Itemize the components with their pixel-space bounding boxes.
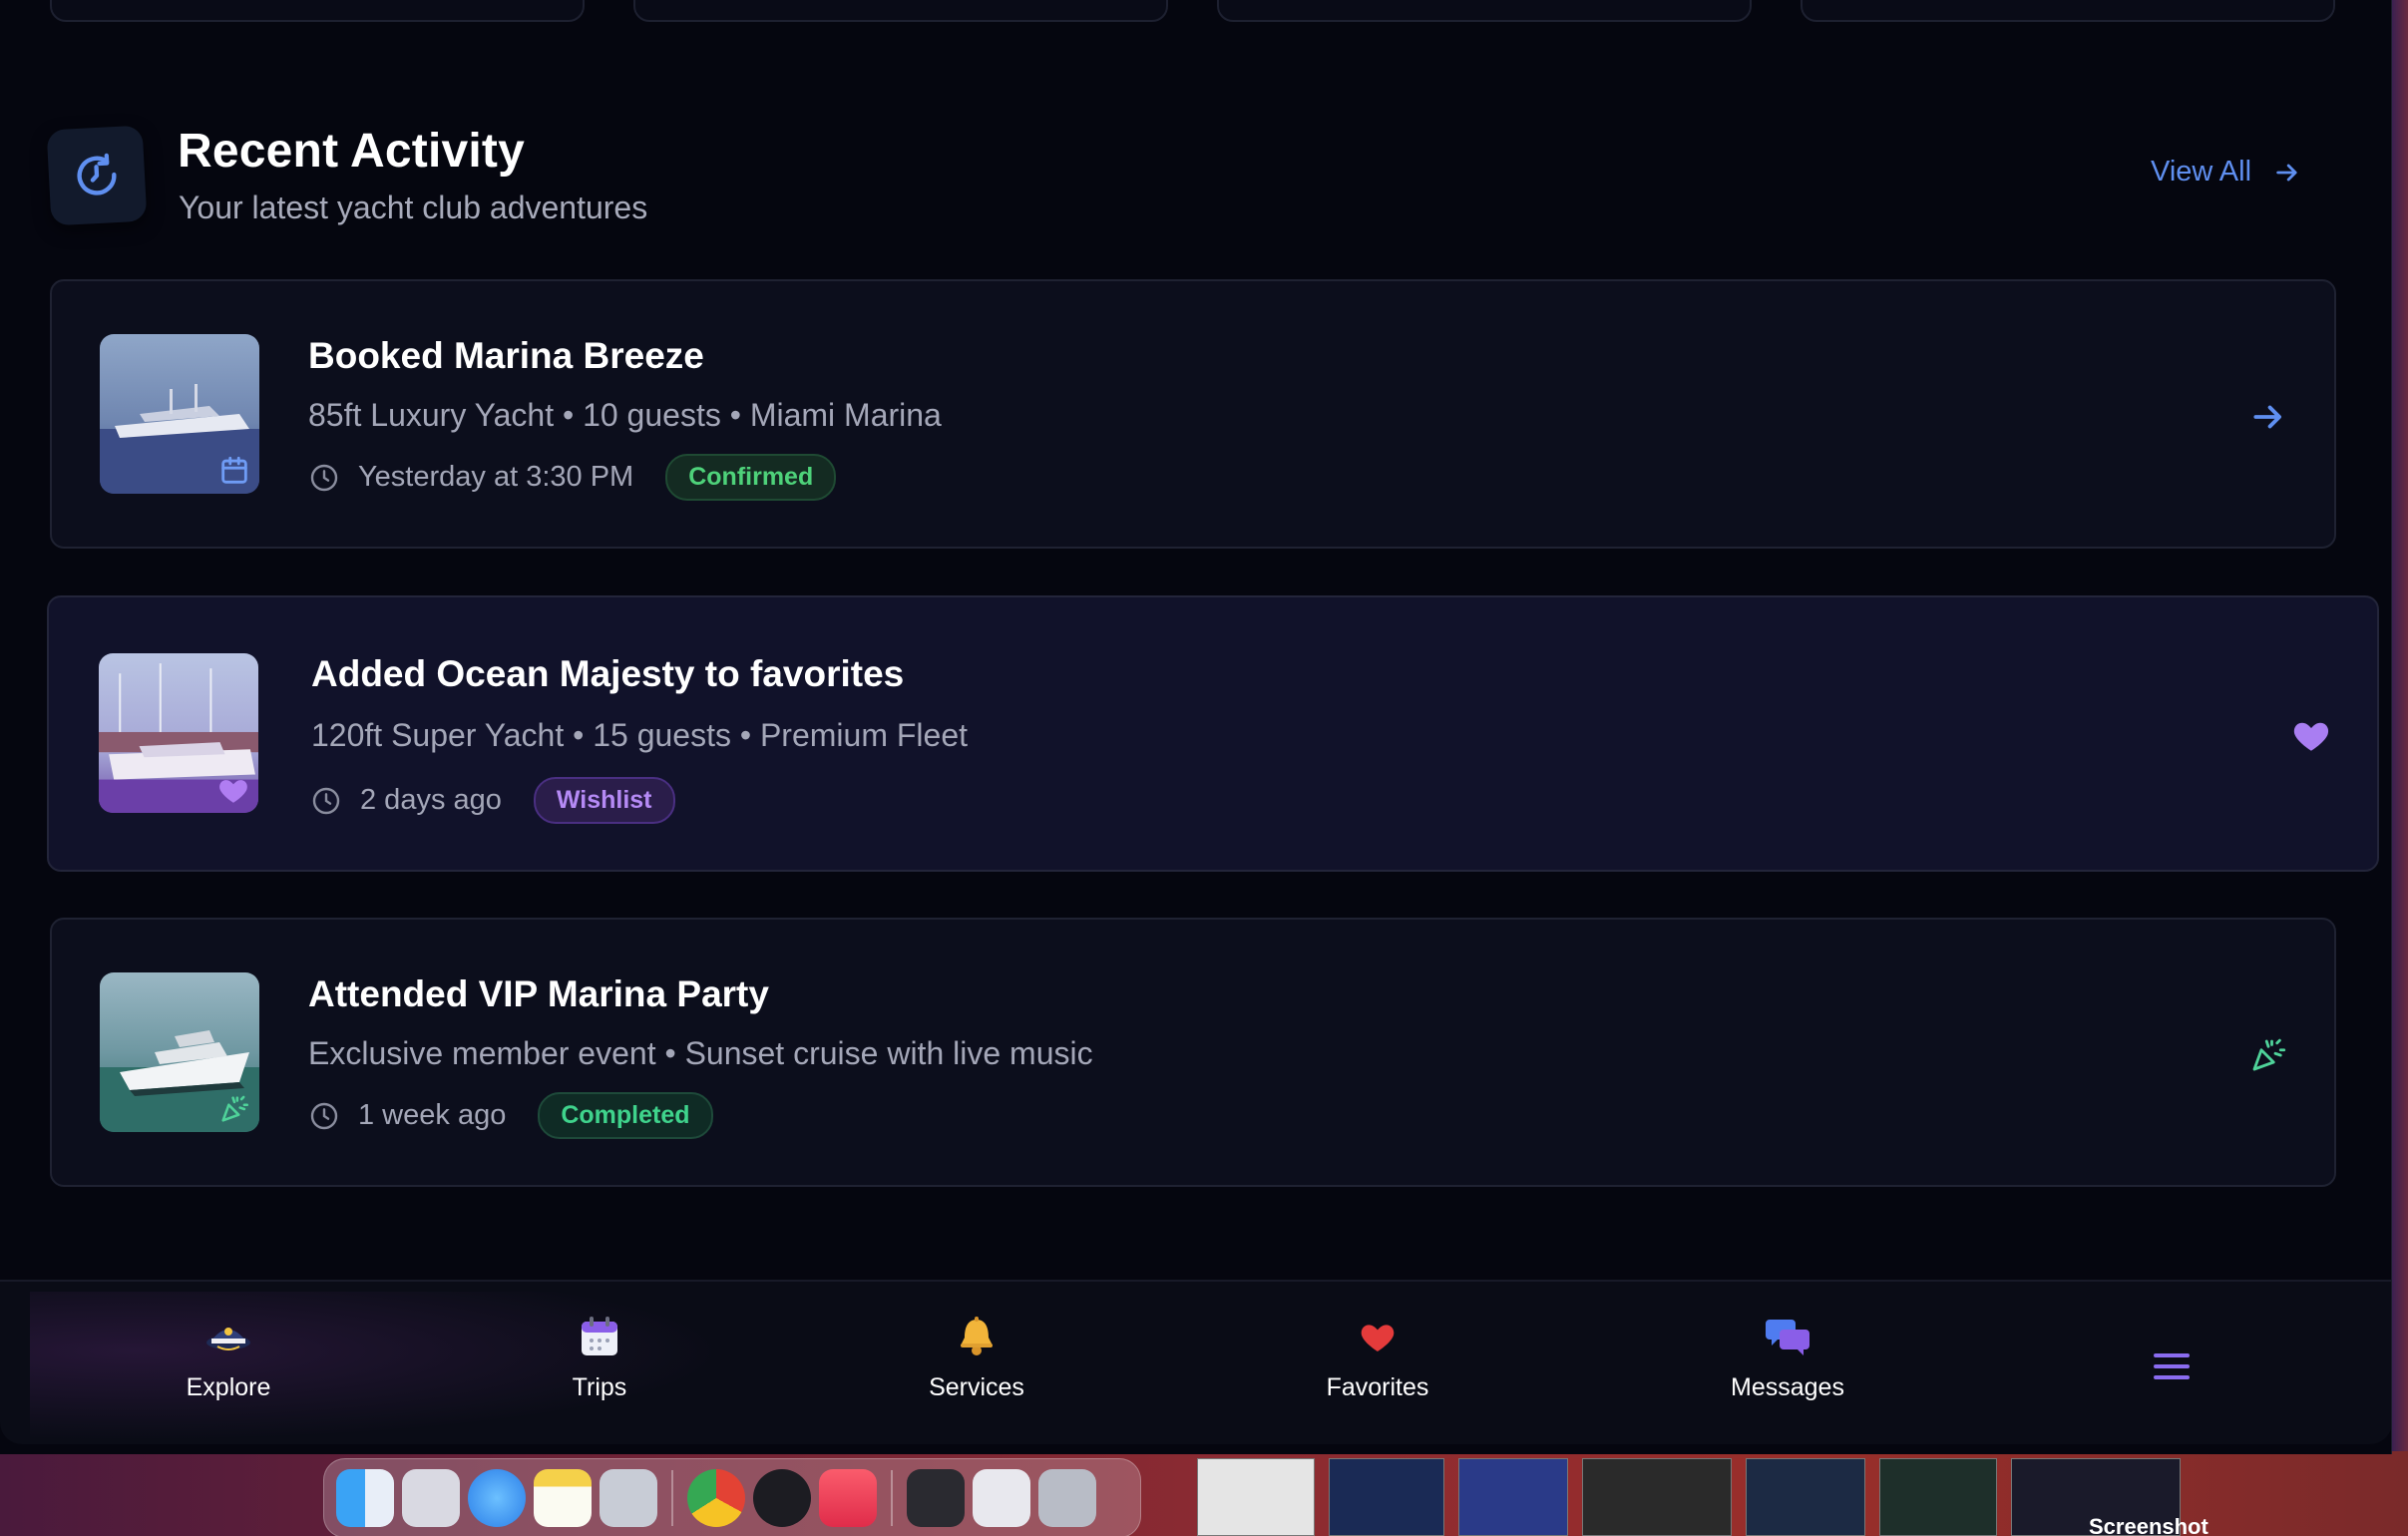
- desktop-edge: [2392, 0, 2408, 1451]
- activity-title: Attended VIP Marina Party: [308, 973, 769, 1014]
- nav-item-trips[interactable]: Trips: [500, 1312, 699, 1421]
- preview-icon[interactable]: [600, 1469, 657, 1527]
- nav-label: Services: [929, 1373, 1024, 1401]
- hamburger-menu-icon[interactable]: [2149, 1344, 2195, 1389]
- calendar-icon: [217, 454, 251, 488]
- party-popper-icon[interactable]: [2242, 1029, 2294, 1081]
- dock-separator: [671, 1470, 673, 1526]
- desktop-thumbnail[interactable]: [1879, 1458, 1997, 1536]
- finder-icon[interactable]: [336, 1469, 394, 1527]
- dock-separator: [891, 1470, 893, 1526]
- nav-label: Explore: [186, 1373, 271, 1401]
- nav-label: Messages: [1731, 1373, 1844, 1401]
- stat-card[interactable]: [633, 0, 1168, 22]
- section-subtitle: Your latest yacht club adventures: [179, 190, 648, 225]
- yacht-thumbnail: [100, 334, 259, 494]
- stat-card[interactable]: [1217, 0, 1752, 22]
- activity-title: Booked Marina Breeze: [308, 335, 704, 376]
- nav-item-explore[interactable]: Explore: [129, 1312, 328, 1421]
- keyboard-icon[interactable]: [973, 1469, 1030, 1527]
- desktop-thumbnail[interactable]: [1582, 1458, 1732, 1536]
- music-icon[interactable]: [819, 1469, 877, 1527]
- activity-meta: 2 days ago Wishlist: [310, 777, 675, 824]
- desktop-thumbnail[interactable]: [1458, 1458, 1568, 1536]
- desktop-thumbnail[interactable]: [1746, 1458, 1865, 1536]
- status-badge: Confirmed: [665, 454, 837, 501]
- window-icon[interactable]: [907, 1469, 965, 1527]
- yacht-thumbnail: [99, 653, 258, 813]
- party-popper-icon: [217, 1092, 251, 1126]
- activity-time: 1 week ago: [358, 1099, 507, 1131]
- desktop-thumbnail[interactable]: [1329, 1458, 1444, 1536]
- heart-icon: [1353, 1312, 1403, 1361]
- app-icon[interactable]: [753, 1469, 811, 1527]
- activity-meta: 1 week ago Completed: [308, 1092, 713, 1139]
- heart-icon[interactable]: [2285, 709, 2337, 761]
- notes-icon[interactable]: [534, 1469, 592, 1527]
- activity-card[interactable]: Booked Marina Breeze 85ft Luxury Yacht •…: [50, 279, 2336, 549]
- desktop-thumbnails: [1197, 1458, 2181, 1536]
- calendar-icon: [575, 1312, 624, 1361]
- activity-history-icon: [46, 125, 148, 226]
- trash-icon[interactable]: [1038, 1469, 1096, 1527]
- arrow-right-icon[interactable]: [2242, 391, 2294, 443]
- desktop-thumbnail[interactable]: [1197, 1458, 1315, 1536]
- view-all-label: View All: [2151, 156, 2252, 188]
- activity-card[interactable]: Attended VIP Marina Party Exclusive memb…: [50, 918, 2336, 1187]
- nav-label: Trips: [572, 1373, 627, 1401]
- launchpad-icon[interactable]: [402, 1469, 460, 1527]
- status-badge: Wishlist: [533, 777, 675, 824]
- chrome-icon[interactable]: [687, 1469, 745, 1527]
- nav-item-favorites[interactable]: Favorites: [1278, 1312, 1477, 1421]
- stat-card[interactable]: [50, 0, 585, 22]
- safari-icon[interactable]: [468, 1469, 526, 1527]
- nav-item-services[interactable]: Services: [877, 1312, 1076, 1421]
- activity-title: Added Ocean Majesty to favorites: [311, 653, 905, 694]
- activity-time: 2 days ago: [360, 784, 502, 816]
- nav-item-messages[interactable]: Messages: [1688, 1312, 1887, 1421]
- clock-icon: [312, 787, 340, 814]
- status-badge: Completed: [538, 1092, 713, 1139]
- arrow-right-icon: [2276, 164, 2297, 181]
- bell-icon: [952, 1312, 1002, 1361]
- activity-card[interactable]: Added Ocean Majesty to favorites 120ft S…: [47, 595, 2379, 872]
- macos-dock: [323, 1458, 1141, 1536]
- captain-hat-icon: [203, 1312, 253, 1361]
- clock-icon: [310, 464, 338, 491]
- clock-icon: [310, 1102, 338, 1129]
- bottom-nav: Explore Trips Services Favorites Message…: [0, 1280, 2391, 1444]
- activity-details: Exclusive member event • Sunset cruise w…: [308, 1035, 1093, 1071]
- chat-bubbles-icon: [1763, 1312, 1812, 1361]
- heart-icon: [216, 773, 250, 807]
- activity-details: 85ft Luxury Yacht • 10 guests • Miami Ma…: [308, 397, 942, 433]
- section-title: Recent Activity: [178, 125, 525, 178]
- activity-time: Yesterday at 3:30 PM: [358, 461, 634, 493]
- yacht-thumbnail: [100, 972, 259, 1132]
- app-window: Recent Activity Your latest yacht club a…: [0, 0, 2392, 1454]
- activity-meta: Yesterday at 3:30 PM Confirmed: [308, 454, 837, 501]
- stat-card[interactable]: [1801, 0, 2335, 22]
- view-all-link[interactable]: View All: [2151, 156, 2301, 189]
- nav-label: Favorites: [1326, 1373, 1429, 1401]
- desktop-file-label[interactable]: Screenshot: [2089, 1514, 2208, 1536]
- activity-details: 120ft Super Yacht • 15 guests • Premium …: [311, 717, 968, 753]
